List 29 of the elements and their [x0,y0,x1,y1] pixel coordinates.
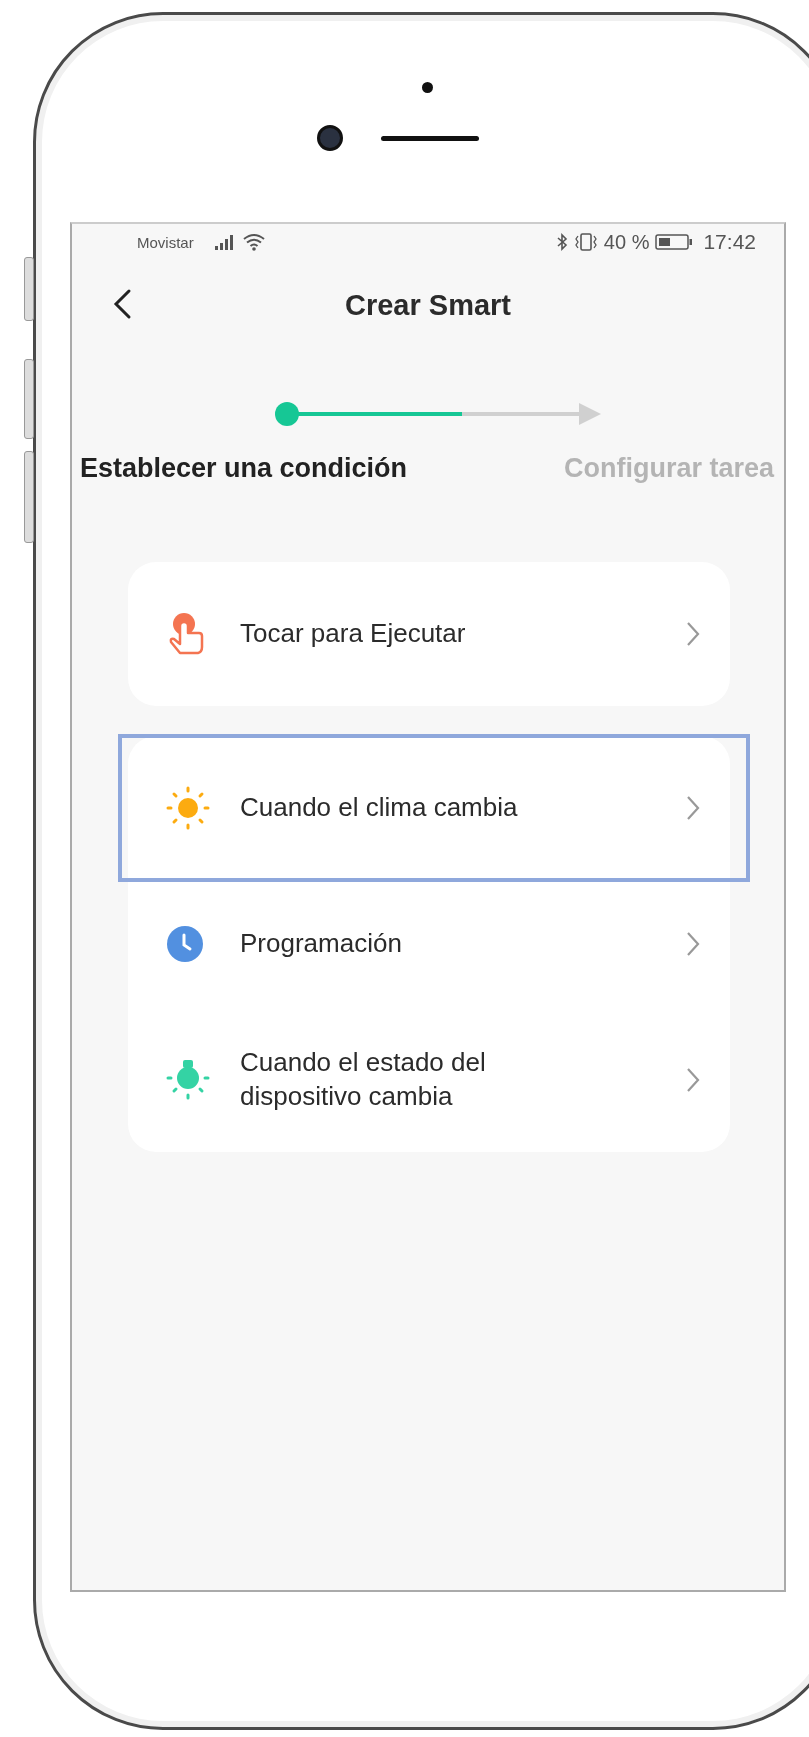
vibrate-icon [573,233,598,251]
battery-percentage: 40 % [603,230,650,254]
condition-label: Programación [240,927,403,961]
step-label: Establecer una condición [80,453,408,484]
back-button[interactable] [112,288,132,320]
camera-lens [317,125,343,151]
condition-label: Cuando el clima cambia [240,791,519,825]
condition-label: Cuando el estado del dispositivo cambia [240,1046,487,1113]
chevron-right-icon [686,795,700,821]
chevron-right-icon [686,621,700,647]
condition-list-item[interactable]: Programación [128,876,730,1012]
status-time: 17:42 [703,230,756,254]
wifi-icon [241,233,266,251]
chevron-right-icon [686,931,700,957]
condition-label: Tocar para Ejecutar [240,617,467,651]
chevron-right-icon [686,1067,700,1093]
light-bulb-icon [166,1058,210,1102]
sensor-dot [422,82,433,93]
battery-icon [655,233,694,251]
sun-icon [166,786,210,830]
condition-list-item[interactable]: Cuando el clima cambia [124,740,744,876]
condition-list-item[interactable]: Cuando el estado del dispositivo cambia [128,1012,730,1148]
condition-list-item[interactable]: Tocar para Ejecutar [128,566,730,702]
bluetooth-icon [555,233,568,251]
signal-icon [213,234,236,250]
clock-icon [166,925,204,963]
carrier-name: Movistar [137,233,194,251]
step-label: Configurar tarea [563,453,774,484]
page-title: Crear Smart [345,288,511,322]
